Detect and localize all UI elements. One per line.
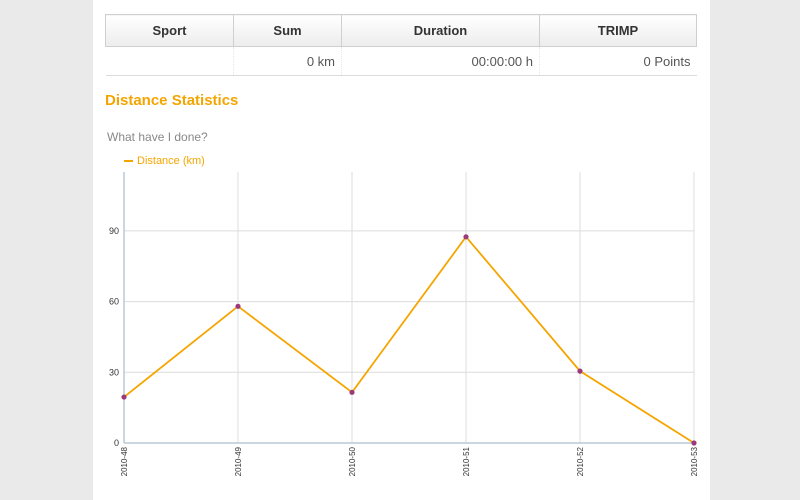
data-point: [349, 389, 355, 395]
data-point: [121, 394, 127, 400]
distance-line-chart: 0 30 60 90 2010-48 2010-49 2010-50 2010-51 2010-…: [109, 172, 699, 476]
x-tick-label: 2010-52: [576, 446, 585, 476]
x-tick-label: 2010-53: [690, 446, 699, 476]
data-point: [463, 234, 469, 240]
y-tick-label: 90: [109, 226, 119, 236]
x-tick-label: 2010-51: [462, 446, 471, 476]
y-tick-label: 0: [114, 438, 119, 448]
data-point: [235, 303, 241, 309]
x-tick-label: 2010-50: [348, 446, 357, 476]
x-tick-label: 2010-49: [234, 446, 243, 476]
data-point: [691, 440, 697, 446]
y-tick-label: 60: [109, 297, 119, 307]
series-line: [123, 235, 695, 444]
y-tick-label: 30: [109, 367, 119, 377]
x-tick-label: 2010-48: [120, 446, 129, 476]
data-point: [577, 368, 583, 374]
